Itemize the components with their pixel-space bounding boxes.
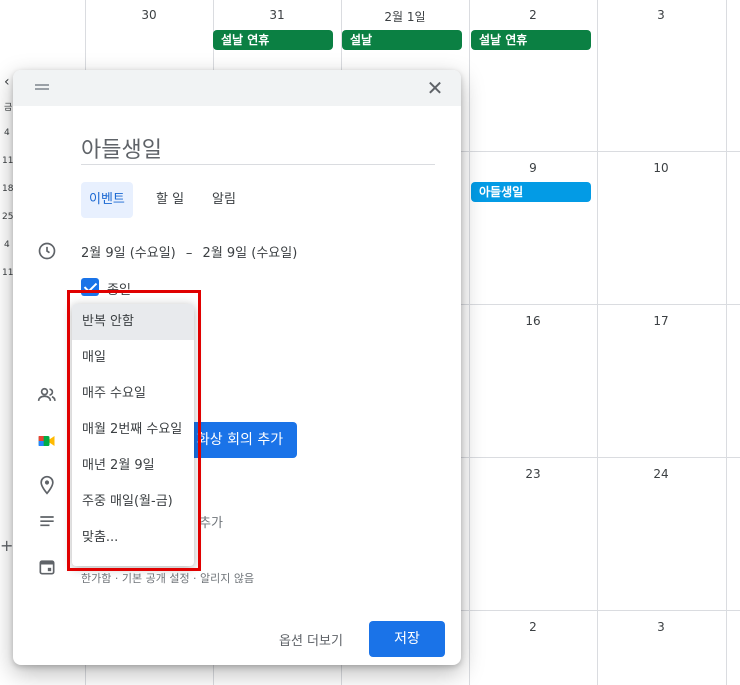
drag-handle-icon[interactable] <box>35 84 49 90</box>
day-number[interactable]: 16 <box>469 314 597 328</box>
day-number[interactable]: 9 <box>469 161 597 175</box>
day-number[interactable]: 2 <box>469 620 597 634</box>
day-number[interactable]: 3 <box>597 8 725 22</box>
date-separator: – <box>185 246 193 261</box>
day-number[interactable]: 30 <box>85 8 213 22</box>
grid-line <box>469 0 470 685</box>
more-options-button[interactable]: 옵션 더보기 <box>273 624 349 660</box>
end-date[interactable]: 2월 9일 (수요일) <box>203 246 298 261</box>
day-number[interactable]: 17 <box>597 314 725 328</box>
mini-cal-text[interactable]: 4 <box>4 240 10 250</box>
date-range: 2월 9일 (수요일) – 2월 9일 (수요일) <box>81 242 297 261</box>
calendar-settings-summary[interactable]: 한가함 · 기본 공개 설정 · 알리지 않음 <box>81 570 254 586</box>
mini-cal-text[interactable]: 4 <box>4 128 10 138</box>
people-icon <box>37 387 56 401</box>
mini-cal-text[interactable]: 18 <box>2 184 13 194</box>
day-number[interactable]: 23 <box>469 467 597 481</box>
google-meet-icon <box>38 436 55 446</box>
holiday-event[interactable]: 설날 연휴 <box>471 30 591 50</box>
holiday-event[interactable]: 설날 연휴 <box>213 30 333 50</box>
day-number[interactable]: 2월 1일 <box>341 8 469 25</box>
grid-line <box>597 0 598 685</box>
tab-event[interactable]: 이벤트 <box>81 182 133 218</box>
add-video-conference-button[interactable]: 화상 회의 추가 <box>183 422 297 458</box>
plus-icon[interactable]: + <box>0 536 13 555</box>
event-title-input[interactable] <box>81 132 435 165</box>
all-day-label[interactable]: 종일 <box>107 279 131 298</box>
location-pin-icon <box>40 475 54 495</box>
day-number[interactable]: 24 <box>597 467 725 481</box>
repeat-option-custom[interactable]: 맞춤... <box>72 520 194 556</box>
day-number[interactable]: 3 <box>597 620 725 634</box>
calendar-icon <box>39 560 55 575</box>
chevron-left-icon[interactable]: ‹ <box>4 74 10 90</box>
repeat-option-weekly[interactable]: 매주 수요일 <box>72 376 194 412</box>
description-icon <box>40 516 54 527</box>
mini-cal-text[interactable]: 25 <box>2 212 13 222</box>
repeat-option-weekdays[interactable]: 주중 매일(월-금) <box>72 484 194 520</box>
day-number[interactable]: 10 <box>597 161 725 175</box>
grid-line <box>726 0 727 685</box>
mini-cal-text[interactable]: 11 <box>2 156 13 166</box>
holiday-event[interactable]: 설날 <box>342 30 462 50</box>
repeat-options-menu: 반복 안함 매일 매주 수요일 매월 2번째 수요일 매년 2월 9일 주중 매… <box>72 304 194 566</box>
repeat-option-yearly[interactable]: 매년 2월 9일 <box>72 448 194 484</box>
repeat-option-daily[interactable]: 매일 <box>72 340 194 376</box>
birthday-event[interactable]: 아들생일 <box>471 182 591 202</box>
repeat-option-monthly[interactable]: 매월 2번째 수요일 <box>72 412 194 448</box>
start-date[interactable]: 2월 9일 (수요일) <box>81 246 176 261</box>
tab-task[interactable]: 할 일 <box>148 182 192 218</box>
tab-reminder[interactable]: 알림 <box>204 182 244 218</box>
repeat-option-none[interactable]: 반복 안함 <box>72 304 194 340</box>
dialog-header[interactable]: ✕ <box>13 70 461 106</box>
mini-cal-text[interactable]: 11 <box>2 268 13 278</box>
save-button[interactable]: 저장 <box>369 621 445 657</box>
day-number[interactable]: 2 <box>469 8 597 22</box>
all-day-checkbox[interactable] <box>81 278 99 296</box>
mini-cal-text: 금 <box>4 103 13 113</box>
day-number[interactable]: 31 <box>213 8 341 22</box>
close-icon[interactable]: ✕ <box>423 76 447 100</box>
clock-icon <box>38 242 56 260</box>
